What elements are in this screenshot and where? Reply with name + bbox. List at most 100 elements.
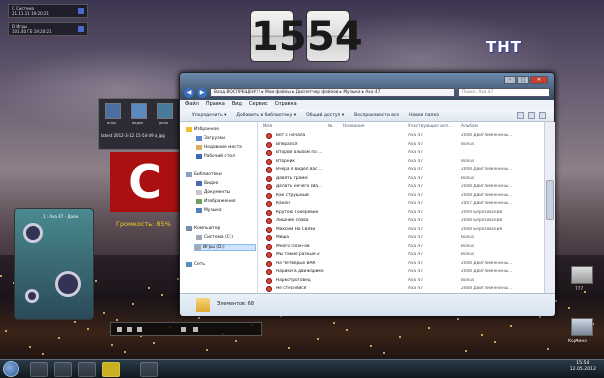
file-row[interactable]: Девять грамм Аха 47 Bonus [258,175,544,183]
nav-item-desktop[interactable]: Рабочий стол [196,154,235,159]
player-knob[interactable] [25,289,39,303]
nav-item-pictures[interactable]: Изображения [196,199,236,204]
folder-777-icon[interactable] [571,266,593,284]
file-row[interactable]: Миша Аха 47 Bonus [258,234,544,242]
prev-icon[interactable] [117,327,122,332]
preview-pane-icon[interactable] [528,112,535,119]
city-light [428,327,430,329]
nav-item-music[interactable]: Музыка [196,208,222,213]
menu-help[interactable]: Справка [275,100,297,109]
recycle-bin-icon[interactable] [571,318,593,336]
file-row[interactable]: Крутою Токеревин Аха 47 2009 Березовский [258,209,544,217]
file-row[interactable]: Вперался Аха 47 Bonus [258,141,544,149]
menu-edit[interactable]: Правка [206,100,225,109]
file-row[interactable]: Нарики в движарике Аха 47 2008 Двиглиженин… [258,268,544,276]
nav-item-recent[interactable]: Недавние места [196,145,242,150]
file-row[interactable]: Второй альбом по ... Аха 47 [258,149,544,157]
play-all-button[interactable]: Воспроизвести все [354,109,399,121]
city-light [547,348,549,350]
drive-widget-system[interactable]: С Система 21.11.11 19:20:21 [8,4,88,18]
nav-computer[interactable]: Компьютер [186,226,220,231]
nav-item-downloads[interactable]: Загрузки [196,136,225,141]
menu-view[interactable]: Вид [232,100,242,109]
add-to-library-button[interactable]: Добавить в библиотеку ▾ [236,109,296,121]
column-header-number[interactable]: № [328,124,332,129]
city-light [198,317,200,319]
column-header-album[interactable]: Альбом [461,124,478,129]
drive-widget-info: 21.11.11 19:20:21 [12,11,50,16]
minimize-button[interactable]: – [504,76,516,84]
taskbar-app-icon[interactable] [78,362,96,377]
forward-button[interactable]: ▶ [197,87,207,98]
menu-tools[interactable]: Сервис [249,100,268,109]
tasks-icon[interactable] [157,103,173,119]
audio-file-icon [266,167,272,173]
nav-item-video[interactable]: Видео [196,181,218,186]
volume-knob[interactable] [55,271,81,297]
view-mode-icon[interactable] [517,112,524,119]
nav-favorites[interactable]: Избранное [186,127,219,132]
organize-button[interactable]: Упорядочить ▾ [192,109,226,121]
breadcrumb-item[interactable]: Диспетчер файлов [296,90,339,95]
file-row[interactable]: Максим На Связи Аха 47 2008 Березовский [258,226,544,234]
nav-label: Музыка [204,208,222,213]
nav-network[interactable]: Сеть [186,262,205,267]
explorer-window[interactable]: – □ ✕ ◀ ▶ Вход ВОСПРЕЩЕН!!! ▸ Мои файлы … [179,72,555,316]
back-button[interactable]: ◀ [184,87,194,98]
file-row[interactable]: Наркотроговец Аха 47 Bonus [258,277,544,285]
vertical-scrollbar[interactable] [544,122,555,293]
item-count: Элементов: 68 [217,302,254,307]
play-icon[interactable] [127,327,132,332]
file-row[interactable]: Вот с начала Аха 47 2008 Двиглиженины... [258,132,544,140]
new-folder-button[interactable]: Новая папка [409,109,439,121]
drive-widget-games[interactable]: D Игры 101.40 ГБ 19:20:21 [8,22,88,36]
file-row[interactable]: Делать нечего (Ва... Аха 47 2008 Двиглижен… [258,183,544,191]
nav-item-documents[interactable]: Документы [196,190,230,195]
shortcut-gadget[interactable]: игры видео дела latest 2012-3-12 15-54-4… [98,98,180,150]
file-row[interactable]: Канон Аха 47 2007 Двиглиженины... [258,200,544,208]
column-header-title[interactable]: Название [343,124,365,129]
file-row[interactable]: Лишние слова Аха 47 2008 Березовский [258,217,544,225]
file-row[interactable]: Мы такие разные-2 Аха 47 Bonus [258,251,544,259]
file-row[interactable]: Много План-ов Аха 47 Bonus [258,243,544,251]
city-light [116,319,118,321]
close-button[interactable]: ✕ [530,76,548,84]
player-knob[interactable] [23,223,43,243]
next-icon[interactable] [137,327,142,332]
stop-icon[interactable] [181,327,186,332]
breadcrumb-item[interactable]: Аха 47 [365,90,380,95]
file-row[interactable]: Как струшный Аха 47 2008 Двиглиженины... [258,192,544,200]
file-row[interactable]: На Четверых ВАК Аха 47 2008 Двиглиженины..… [258,260,544,268]
media-player-skin[interactable]: 1 : Аха 47 - Дали [14,208,94,320]
file-row[interactable]: Вторник Аха 47 Bonus [258,158,544,166]
player-controls[interactable] [110,322,262,336]
breadcrumb[interactable]: Вход ВОСПРЕЩЕН!!! ▸ Мои файлы ▸ Диспетче… [210,88,455,97]
start-button[interactable] [3,361,19,377]
settings-icon[interactable] [193,327,198,332]
taskbar-app-icon[interactable] [140,362,158,377]
search-input[interactable]: Поиск: Аха 47 [458,88,550,97]
column-header-artist[interactable]: Участвующие исп... [408,124,452,129]
window-controls: – □ ✕ [504,76,548,84]
taskbar-app-icon[interactable] [54,362,72,377]
file-row[interactable]: Вчера я видел вас ... Аха 47 2008 Двиглиже… [258,166,544,174]
maximize-button[interactable]: □ [517,76,529,84]
breadcrumb-item[interactable]: Мои файлы [265,90,291,95]
menu-file[interactable]: Файл [185,100,199,109]
nav-item-drive-d[interactable]: Игры (D:) [194,244,256,251]
nav-item-drive-c[interactable]: Система (C:) [196,235,233,240]
nav-libraries[interactable]: Библиотеки [186,172,222,177]
games-icon[interactable] [105,103,121,119]
scroll-thumb[interactable] [546,180,554,220]
system-clock[interactable]: 15:54 12.05.2012 [570,361,596,373]
file-row[interactable]: Не стесняйся Аха 47 2008 Двиглиженины... [258,285,544,293]
taskbar-app-icon[interactable] [102,362,120,377]
taskbar-app-icon[interactable] [30,362,48,377]
file-name: Лишние слова [276,218,309,223]
help-icon[interactable] [539,112,546,119]
column-header-name[interactable]: Имя [263,124,272,129]
breadcrumb-item[interactable]: Музыка [343,90,360,95]
breadcrumb-item[interactable]: Вход ВОСПРЕЩЕН!!! [214,90,260,95]
video-icon[interactable] [131,103,147,119]
share-button[interactable]: Общий доступ ▾ [306,109,344,121]
